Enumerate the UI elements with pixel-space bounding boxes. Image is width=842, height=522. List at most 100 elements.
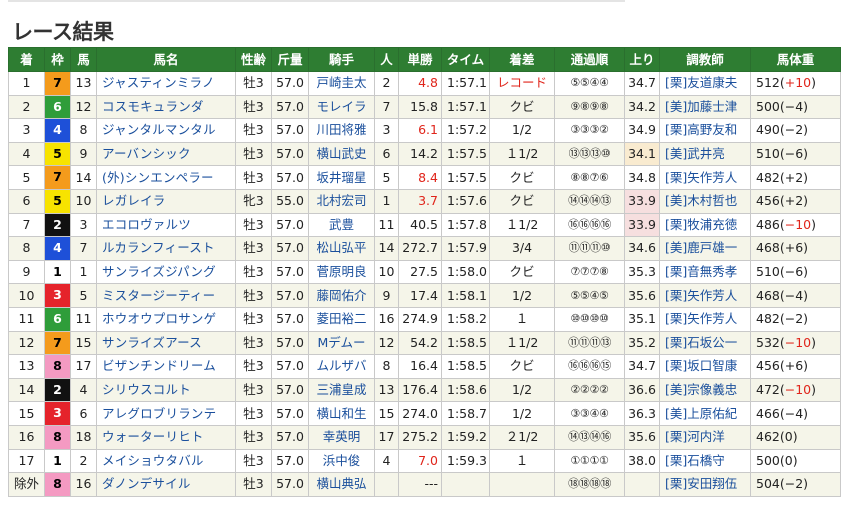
waku-badge: 6 xyxy=(45,308,70,331)
horse-link[interactable]: ウォーターリヒト xyxy=(102,429,204,444)
horse-link[interactable]: ジャンタルマンタル xyxy=(102,122,216,137)
body-weight-value: 490(−2) xyxy=(756,122,809,138)
body-weight-value: 466(−4) xyxy=(756,405,809,421)
header-final-3f[interactable]: 上り xyxy=(624,47,660,72)
jockey-link[interactable]: 浜中俊 xyxy=(323,453,361,468)
table-row: 11 6 11 ホウオウプロサンゲ 牡3 57.0 菱田裕二 16 274.9 1:58.2 １ ⑩⑩… xyxy=(8,306,841,332)
horse-link[interactable]: ミスタージーティー xyxy=(102,288,215,303)
trainer-link[interactable]: [美]武井亮 xyxy=(665,146,725,161)
header-corner-positions[interactable]: 通過順 xyxy=(554,47,625,72)
trainer-link[interactable]: [栗]音無秀孝 xyxy=(665,264,737,279)
trainer-link[interactable]: [美]鹿戸雄一 xyxy=(665,240,737,255)
cell-number: 11 xyxy=(70,306,97,332)
trainer-link[interactable]: [栗]高野友和 xyxy=(665,122,737,137)
header-rank[interactable]: 着 xyxy=(8,47,45,72)
header-jockey[interactable]: 騎手 xyxy=(308,47,375,72)
horse-link[interactable]: ルカランフィースト xyxy=(102,240,215,255)
cell-win-odds: 8.4 xyxy=(398,165,442,190)
horse-link[interactable]: アレグロブリランテ xyxy=(102,406,216,421)
jockey-link[interactable]: 坂井瑠星 xyxy=(316,170,366,185)
header-margin[interactable]: 着差 xyxy=(489,47,555,72)
header-weight-carried[interactable]: 斤量 xyxy=(271,47,309,72)
table-row: 除外 8 16 ダノンデサイル 牡3 57.0 横山典弘 --- ⑱⑱⑱⑱ [栗]安田翔伍 504(… xyxy=(8,472,841,497)
horse-link[interactable]: ビザンチンドリーム xyxy=(102,358,216,373)
trainer-link[interactable]: [美]上原佑紀 xyxy=(665,406,737,421)
jockey-link[interactable]: 横山典弘 xyxy=(316,476,366,491)
cell-margin: クビ xyxy=(489,188,555,214)
horse-link[interactable]: (外)シンエンペラー xyxy=(102,170,214,185)
jockey-link[interactable]: 松山弘平 xyxy=(316,240,366,255)
waku-badge: 1 xyxy=(45,449,70,472)
trainer-link[interactable]: [栗]河内洋 xyxy=(665,429,725,444)
header-trainer[interactable]: 調教師 xyxy=(659,47,751,72)
horse-link[interactable]: レガレイラ xyxy=(102,193,166,208)
cell-popularity: 5 xyxy=(374,165,399,190)
trainer-link[interactable]: [栗]牧浦充徳 xyxy=(665,217,737,232)
cell-rank: 8 xyxy=(8,236,45,261)
cell-trainer: [美]加藤士津 xyxy=(659,94,751,120)
jockey-link[interactable]: 藤岡佑介 xyxy=(316,288,366,303)
jockey-link[interactable]: ムルザバ xyxy=(316,358,366,373)
trainer-link[interactable]: [栗]安田翔伍 xyxy=(665,476,737,491)
trainer-link[interactable]: [栗]友道康夫 xyxy=(665,75,737,90)
header-popularity[interactable]: 人 xyxy=(374,47,399,72)
horse-link[interactable]: エコロヴァルツ xyxy=(102,217,191,232)
cell-margin: 3/4 xyxy=(489,236,555,261)
trainer-link[interactable]: [栗]石坂公一 xyxy=(665,335,737,350)
waku-badge: 4 xyxy=(45,237,70,260)
jockey-link[interactable]: Mデムー xyxy=(317,335,365,350)
header-horse-name[interactable]: 馬名 xyxy=(96,47,236,72)
horse-link[interactable]: シリウスコルト xyxy=(102,382,191,397)
cell-rank: 13 xyxy=(8,354,45,379)
trainer-link[interactable]: [栗]矢作芳人 xyxy=(665,288,737,303)
header-waku[interactable]: 枠 xyxy=(44,47,71,72)
horse-link[interactable]: サンライズジパング xyxy=(102,264,216,279)
header-time[interactable]: タイム xyxy=(441,47,490,72)
horse-link[interactable]: コスモキュランダ xyxy=(102,99,204,114)
cell-weight-carried: 57.0 xyxy=(271,448,309,474)
trainer-link[interactable]: [美]宗像義忠 xyxy=(665,382,737,397)
trainer-link[interactable]: [栗]矢作芳人 xyxy=(665,170,737,185)
cell-trainer: [栗]友道康夫 xyxy=(659,71,751,96)
cell-margin: １ xyxy=(489,448,555,474)
cell-popularity: 10 xyxy=(374,259,399,285)
jockey-link[interactable]: モレイラ xyxy=(316,99,366,114)
cell-jockey: 北村宏司 xyxy=(308,188,375,214)
cell-time: 1:57.1 xyxy=(441,71,490,96)
cell-weight-carried: 57.0 xyxy=(271,306,309,332)
table-row: 17 1 2 メイショウタバル 牡3 57.0 浜中俊 4 7.0 1:59.3 １ ①①①① 38.0… xyxy=(8,448,841,474)
top-divider xyxy=(8,0,625,2)
cell-time: 1:57.2 xyxy=(441,118,490,143)
horse-link[interactable]: ダノンデサイル xyxy=(102,476,191,491)
trainer-link[interactable]: [美]木村哲也 xyxy=(665,193,737,208)
horse-link[interactable]: ホウオウプロサンゲ xyxy=(102,311,216,326)
jockey-link[interactable]: 三浦皇成 xyxy=(316,382,366,397)
cell-time: 1:58.1 xyxy=(441,283,490,308)
jockey-link[interactable]: 菅原明良 xyxy=(316,264,366,279)
cell-body-weight: 510(−6) xyxy=(750,259,841,285)
header-body-weight[interactable]: 馬体重 xyxy=(750,47,841,72)
trainer-link[interactable]: [栗]石橋守 xyxy=(665,453,725,468)
horse-link[interactable]: サンライズアース xyxy=(102,335,202,350)
jockey-link[interactable]: 北村宏司 xyxy=(316,193,366,208)
jockey-link[interactable]: 幸英明 xyxy=(323,429,361,444)
header-number[interactable]: 馬 xyxy=(70,47,97,72)
jockey-link[interactable]: 戸崎圭太 xyxy=(316,75,366,90)
jockey-link[interactable]: 菱田裕二 xyxy=(316,311,366,326)
jockey-link[interactable]: 横山和生 xyxy=(316,406,366,421)
trainer-link[interactable]: [栗]矢作芳人 xyxy=(665,311,737,326)
jockey-link[interactable]: 武豊 xyxy=(329,217,354,232)
horse-link[interactable]: アーバンシック xyxy=(102,146,191,161)
header-sex-age[interactable]: 性齢 xyxy=(235,47,272,72)
cell-time: 1:59.2 xyxy=(441,424,490,450)
horse-link[interactable]: ジャスティンミラノ xyxy=(102,75,215,90)
trainer-link[interactable]: [栗]坂口智康 xyxy=(665,358,737,373)
cell-sex-age: 牡3 xyxy=(235,330,272,356)
header-win-odds[interactable]: 単勝 xyxy=(398,47,442,72)
cell-corner-positions: ⑦⑦⑦⑧ xyxy=(554,259,625,285)
trainer-link[interactable]: [美]加藤士津 xyxy=(665,99,737,114)
horse-link[interactable]: メイショウタバル xyxy=(102,453,204,468)
jockey-link[interactable]: 横山武史 xyxy=(316,146,366,161)
jockey-link[interactable]: 川田将雅 xyxy=(316,122,366,137)
cell-time xyxy=(441,472,490,497)
